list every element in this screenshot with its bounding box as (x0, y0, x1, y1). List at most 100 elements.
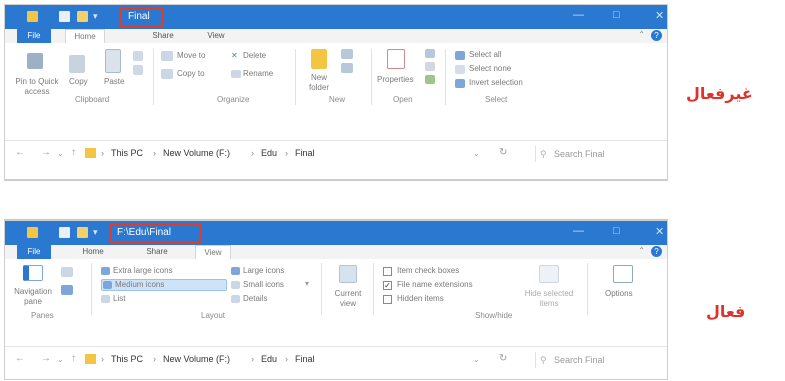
properties-icon[interactable] (387, 49, 405, 69)
chevron-down-icon[interactable]: ▾ (93, 227, 98, 238)
chevron-down-icon[interactable]: ▾ (93, 11, 98, 22)
current-view-button[interactable]: Current view (327, 289, 369, 309)
details-icon[interactable] (231, 295, 240, 303)
help-icon[interactable]: ? (651, 246, 662, 257)
new-item-icon[interactable] (341, 49, 353, 59)
details-option[interactable]: Details (243, 294, 267, 304)
options-icon[interactable] (613, 265, 633, 283)
tab-share[interactable]: Share (145, 29, 181, 43)
breadcrumb-final[interactable]: Final (295, 354, 315, 364)
layout-scroll-icon[interactable]: ▾ (305, 279, 309, 289)
small-icons-option[interactable]: Small icons (243, 280, 284, 290)
up-icon[interactable]: ↑ (71, 353, 76, 364)
refresh-icon[interactable]: ↻ (499, 353, 507, 364)
copy-icon[interactable] (69, 55, 85, 73)
pin-quick-access-button[interactable]: Pin to Quick access (15, 77, 59, 97)
history-icon[interactable] (425, 75, 435, 84)
item-checkboxes-checkbox[interactable] (383, 267, 392, 276)
medium-icons-icon[interactable] (103, 281, 112, 289)
invert-selection-icon[interactable] (455, 79, 465, 88)
breadcrumb-edu[interactable]: Edu (261, 148, 277, 158)
new-folder-icon[interactable] (77, 227, 88, 238)
edit-icon[interactable] (425, 62, 435, 71)
hide-selected-items-button[interactable]: Hide selected items (523, 289, 575, 309)
properties-icon[interactable] (59, 11, 70, 22)
large-icons-option[interactable]: Large icons (243, 266, 284, 276)
tab-file[interactable]: File (17, 245, 51, 259)
up-icon[interactable]: ↑ (71, 147, 76, 158)
chevron-down-icon[interactable]: ⌄ (57, 355, 64, 364)
breadcrumb-volume[interactable]: New Volume (F:) (163, 148, 230, 158)
breadcrumb-edu[interactable]: Edu (261, 354, 277, 364)
invert-selection-button[interactable]: Invert selection (469, 78, 523, 88)
navigation-pane-button[interactable]: Navigation pane (11, 287, 55, 307)
copy-button[interactable]: Copy (69, 77, 88, 87)
select-all-button[interactable]: Select all (469, 50, 501, 60)
copy-to-icon[interactable] (161, 69, 173, 79)
copy-path-icon[interactable] (133, 65, 143, 75)
file-name-extensions-checkbox[interactable]: ✓ (383, 281, 392, 290)
search-input[interactable]: ⚲ Search Final (535, 146, 663, 162)
tab-file[interactable]: File (17, 29, 51, 43)
easy-access-icon[interactable] (341, 63, 353, 73)
select-all-icon[interactable] (455, 51, 465, 60)
breadcrumb-this-pc[interactable]: This PC (111, 354, 143, 364)
breadcrumb-volume[interactable]: New Volume (F:) (163, 354, 230, 364)
small-icons-icon[interactable] (231, 281, 240, 289)
new-folder-icon[interactable] (77, 11, 88, 22)
forward-icon[interactable]: → (41, 147, 51, 158)
medium-icons-option[interactable]: Medium icons (115, 280, 164, 290)
hidden-items-checkbox[interactable] (383, 295, 392, 304)
close-icon[interactable]: ✕ (655, 225, 664, 238)
paste-icon[interactable] (105, 49, 121, 73)
tab-home[interactable]: Home (65, 29, 105, 43)
forward-icon[interactable]: → (41, 353, 51, 364)
help-icon[interactable]: ? (651, 30, 662, 41)
delete-icon[interactable]: ✕ (231, 51, 238, 61)
details-pane-icon[interactable] (61, 285, 73, 295)
move-to-button[interactable]: Move to (177, 51, 205, 61)
delete-button[interactable]: Delete (243, 51, 266, 61)
hide-selected-icon[interactable] (539, 265, 559, 283)
chevron-down-icon[interactable]: ⌄ (57, 149, 64, 158)
list-option[interactable]: List (113, 294, 125, 304)
current-view-icon[interactable] (339, 265, 357, 283)
tab-home[interactable]: Home (73, 245, 113, 259)
tab-view[interactable]: View (195, 245, 231, 259)
cut-icon[interactable] (133, 51, 143, 61)
move-to-icon[interactable] (161, 51, 173, 61)
properties-button[interactable]: Properties (377, 75, 413, 85)
close-icon[interactable]: ✕ (655, 9, 664, 22)
new-folder-button[interactable]: New folder (301, 73, 337, 93)
back-icon[interactable]: ← (15, 353, 25, 364)
breadcrumb-final[interactable]: Final (295, 148, 315, 158)
collapse-ribbon-icon[interactable]: ⌃ (638, 30, 645, 39)
collapse-ribbon-icon[interactable]: ⌃ (638, 246, 645, 255)
minimize-icon[interactable]: — (573, 225, 584, 237)
select-none-button[interactable]: Select none (469, 64, 511, 74)
tab-view[interactable]: View (201, 29, 231, 43)
back-icon[interactable]: ← (15, 147, 25, 158)
minimize-icon[interactable]: — (573, 9, 584, 21)
properties-icon[interactable] (59, 227, 70, 238)
preview-pane-icon[interactable] (61, 267, 73, 277)
list-icon[interactable] (101, 295, 110, 303)
maximize-icon[interactable]: □ (613, 225, 620, 237)
tab-share[interactable]: Share (139, 245, 175, 259)
maximize-icon[interactable]: □ (613, 9, 620, 21)
open-icon[interactable] (425, 49, 435, 58)
navigation-pane-icon[interactable] (23, 265, 43, 281)
rename-icon[interactable] (231, 70, 241, 78)
breadcrumb-this-pc[interactable]: This PC (111, 148, 143, 158)
refresh-icon[interactable]: ↻ (499, 147, 507, 158)
search-input[interactable]: ⚲ Search Final (535, 352, 663, 368)
paste-button[interactable]: Paste (104, 77, 124, 87)
address-dropdown-icon[interactable]: ⌄ (473, 149, 480, 158)
new-folder-icon[interactable] (311, 49, 327, 69)
large-icons-icon[interactable] (231, 267, 240, 275)
extra-large-icons-icon[interactable] (101, 267, 110, 275)
extra-large-icons-option[interactable]: Extra large icons (113, 266, 173, 276)
select-none-icon[interactable] (455, 65, 465, 74)
address-dropdown-icon[interactable]: ⌄ (473, 355, 480, 364)
rename-button[interactable]: Rename (243, 69, 273, 79)
